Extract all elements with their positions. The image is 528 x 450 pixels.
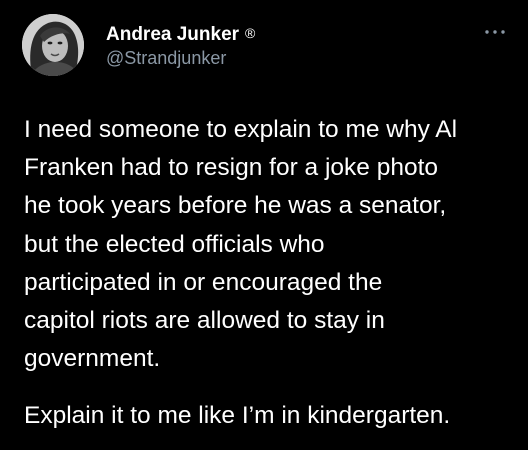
tweet-line: I need someone to explain to me why Al	[24, 116, 458, 143]
avatar[interactable]	[22, 14, 84, 76]
more-dots-icon[interactable]	[484, 28, 506, 36]
registered-mark: ®	[245, 25, 256, 41]
tweet-line: he took years before he was a senator,	[24, 192, 447, 220]
author-handle[interactable]: @Strandjunker	[106, 48, 226, 69]
tweet-second-paragraph: Explain it to me like I’m in kindergarte…	[24, 402, 451, 429]
tweet-line: participated in or encouraged the	[24, 268, 383, 296]
tweet-line: but the elected officials who	[24, 230, 325, 258]
tweet-body: I need someone to explain to me why Al F…	[24, 111, 519, 378]
tweet-line: government.	[24, 345, 161, 373]
tweet-line: Franken had to resign for a joke photo	[24, 154, 439, 182]
author-name-text: Andrea Junker	[106, 24, 240, 45]
profile-photo-icon	[22, 14, 84, 76]
author-display-name[interactable]: Andrea Junker ®	[106, 24, 255, 46]
tweet-card: Andrea Junker ® @Strandjunker I need some…	[0, 0, 528, 450]
tweet-line: capitol riots are allowed to stay in	[24, 307, 385, 335]
